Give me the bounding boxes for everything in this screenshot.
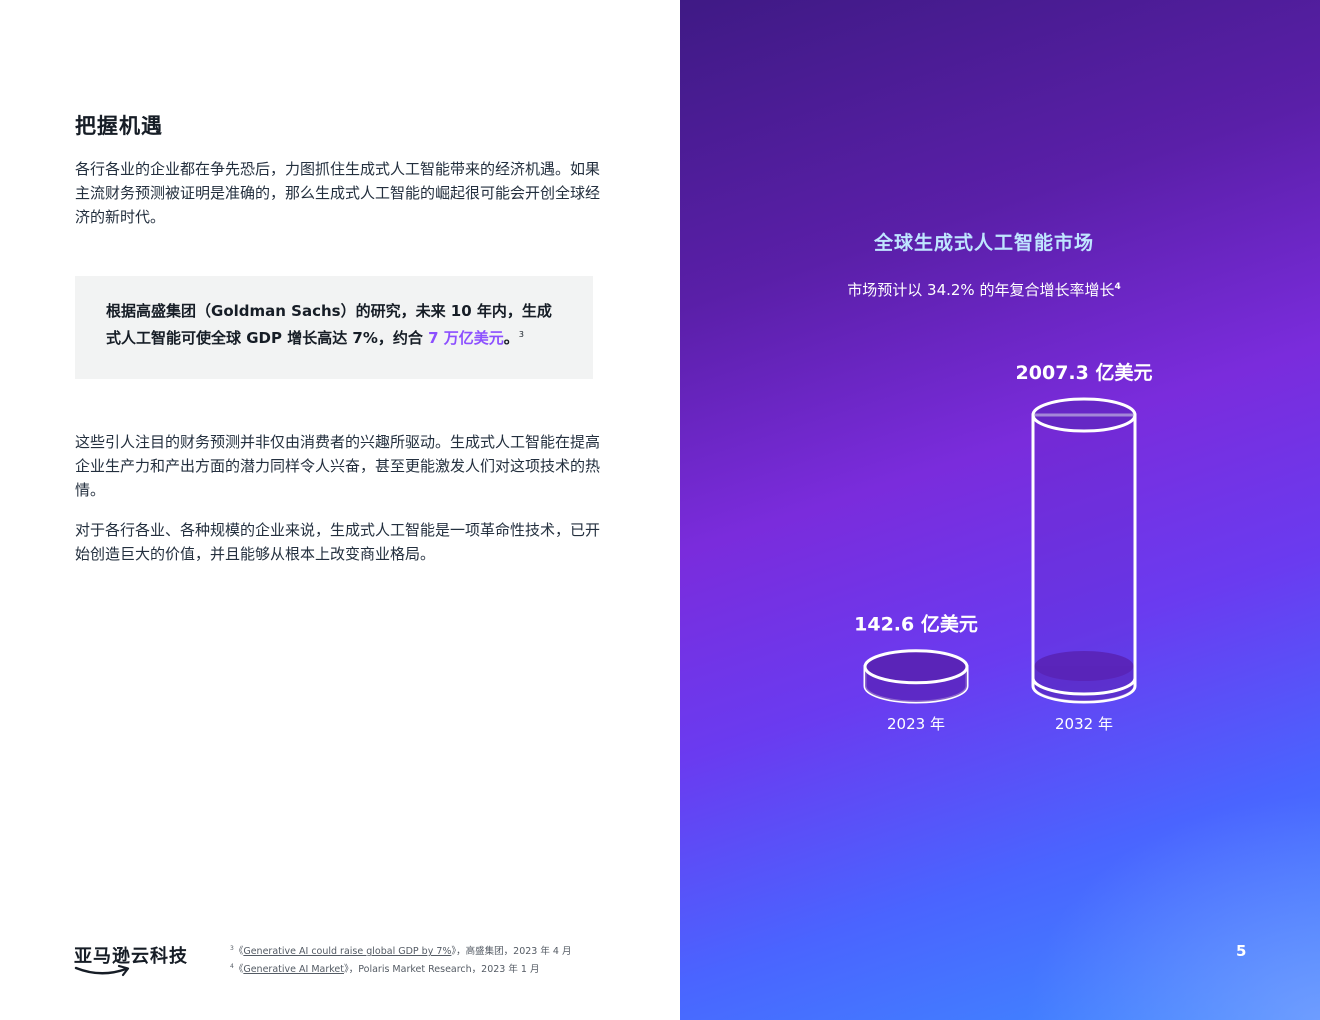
chart-panel: 全球生成式人工智能市场 市场预计以 34.2% 的年复合增长率增长4 142.6… — [680, 0, 1320, 1020]
body-paragraph-2: 这些引人注目的财务预测并非仅由消费者的兴趣所驱动。生成式人工智能在提高企业生产力… — [75, 433, 601, 499]
market-chart: 142.6 亿美元 2023 年 2007.3 亿美元 2032 年 — [854, 361, 1153, 733]
cylinder-bar-0 — [863, 649, 969, 704]
value-label-1: 2007.3 亿美元 — [1016, 361, 1153, 384]
footnotes: 3《Generative AI could raise global GDP b… — [230, 941, 571, 977]
footnote-ref[interactable]: 3 — [519, 330, 524, 339]
footnote-4-link[interactable]: Generative AI Market — [243, 964, 344, 975]
callout-text: 根据高盛集团（Goldman Sachs）的研究，未来 10 年内，生成式人工智… — [106, 302, 552, 347]
page-number: 5 — [1236, 942, 1247, 960]
callout-highlight: 7 万亿美元 — [428, 329, 504, 347]
intro-paragraph: 各行各业的企业都在争先恐后，力图抓住生成式人工智能带来的经济机遇。如果主流财务预… — [75, 160, 601, 226]
category-label-0: 2023 年 — [887, 715, 945, 733]
value-label-0: 142.6 亿美元 — [854, 613, 978, 636]
cylinder-top — [863, 649, 969, 685]
smile-arrow-icon — [74, 964, 130, 977]
company-logo: 亚马逊云科技 — [74, 942, 194, 986]
footnote-4: 4《Generative AI Market》，Polaris Market R… — [230, 963, 540, 976]
cylinder-top — [1031, 397, 1137, 433]
footnote-3-link[interactable]: Generative AI could raise global GDP by … — [243, 946, 451, 957]
category-label-1: 2032 年 — [1055, 715, 1113, 733]
body-paragraph-3: 对于各行各业、各种规模的企业来说，生成式人工智能是一项革命性技术，已开始创造巨大… — [75, 521, 601, 563]
section-heading: 把握机遇 — [75, 114, 163, 138]
footnote-3: 3《Generative AI could raise global GDP b… — [230, 945, 572, 958]
callout-box: 根据高盛集团（Goldman Sachs）的研究，未来 10 年内，生成式人工智… — [75, 276, 593, 379]
text-column: 把握机遇 各行各业的企业都在争先恐后，力图抓住生成式人工智能带来的经济机遇。如果… — [0, 0, 680, 1020]
cylinder-bar-1 — [1031, 397, 1137, 704]
cylinder-fill-body — [1034, 666, 1134, 702]
